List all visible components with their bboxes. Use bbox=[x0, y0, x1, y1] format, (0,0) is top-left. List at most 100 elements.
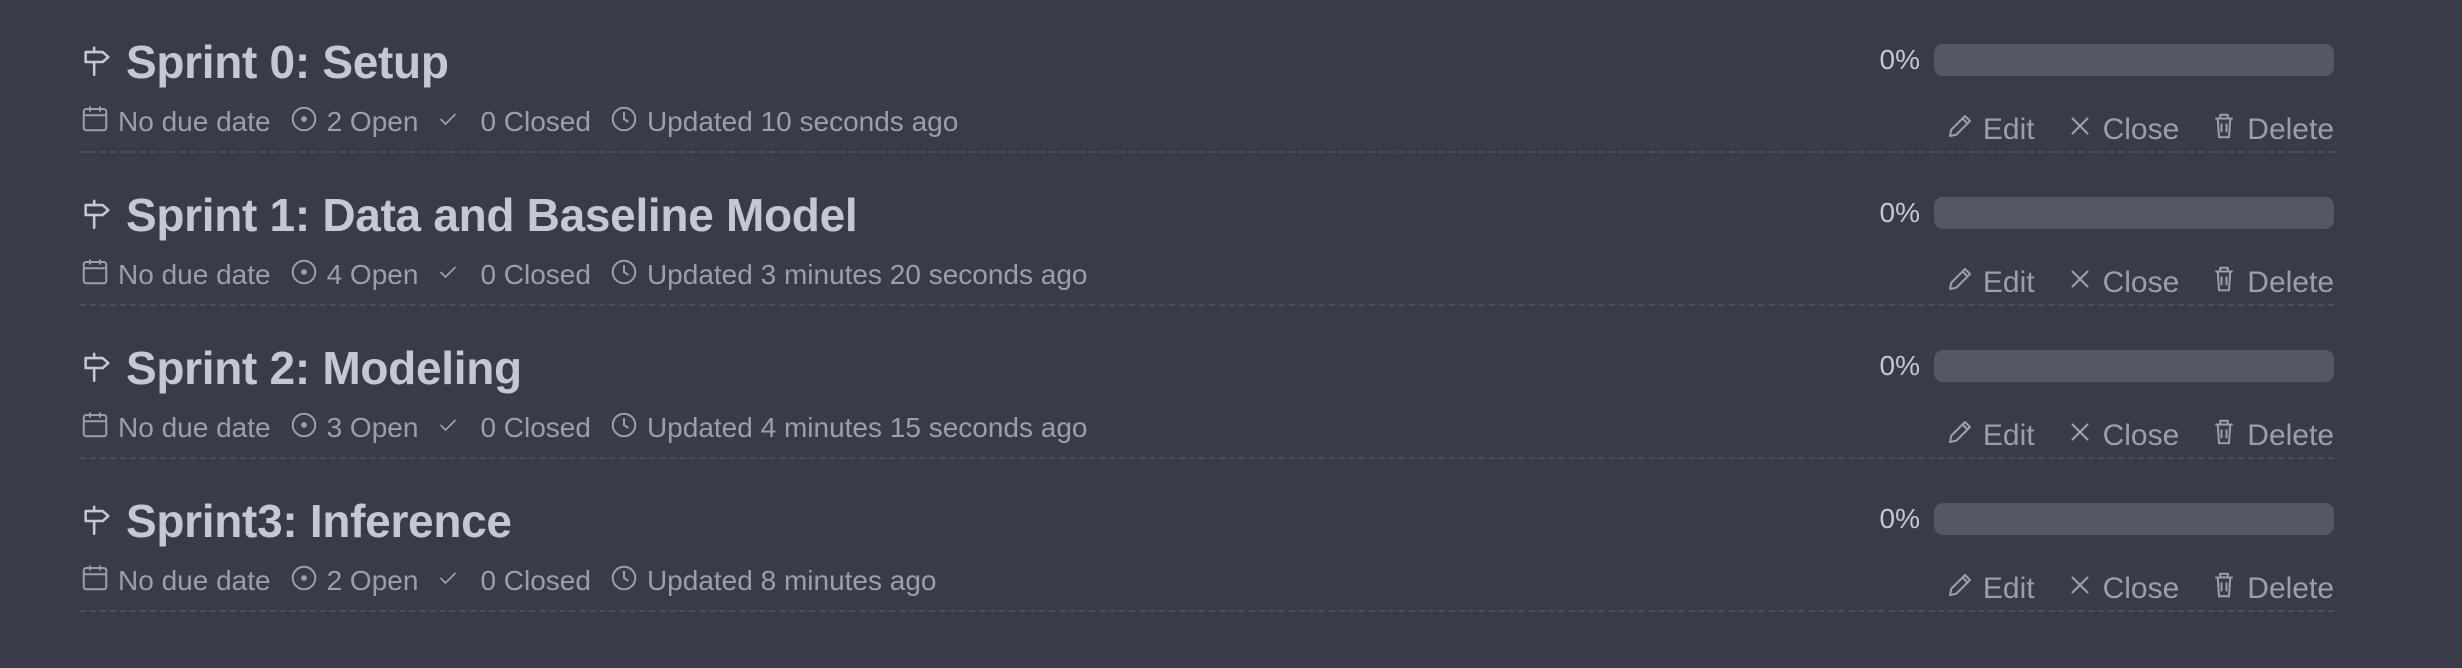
delete-button[interactable]: Delete bbox=[2209, 111, 2334, 149]
delete-label: Delete bbox=[2247, 419, 2334, 452]
delete-button[interactable]: Delete bbox=[2209, 264, 2334, 302]
milestone-item: Sprint 2: Modeling No due date 3 Open 0 … bbox=[80, 306, 2334, 459]
delete-button[interactable]: Delete bbox=[2209, 570, 2334, 608]
edit-button[interactable]: Edit bbox=[1945, 417, 2035, 455]
milestone-actions: Edit Close Delete bbox=[1915, 416, 2334, 456]
milestone-title[interactable]: Sprint3: Inference bbox=[126, 494, 512, 548]
milestone-signpost-icon bbox=[80, 504, 114, 538]
closed-issues-text: 0 Closed bbox=[480, 106, 591, 137]
open-issues[interactable]: 3 Open bbox=[289, 410, 419, 447]
progress-bar bbox=[1934, 197, 2334, 229]
clock-icon bbox=[609, 410, 647, 447]
open-issues-text: 2 Open bbox=[326, 565, 419, 596]
edit-button[interactable]: Edit bbox=[1945, 264, 2035, 302]
delete-button[interactable]: Delete bbox=[2209, 417, 2334, 455]
close-button[interactable]: Close bbox=[2065, 111, 2179, 149]
close-label: Close bbox=[2102, 419, 2180, 452]
pencil-icon bbox=[1945, 417, 1983, 455]
milestone-actions: Edit Close Delete bbox=[1915, 110, 2334, 150]
updated-time-text: Updated 3 minutes 20 seconds ago bbox=[646, 259, 1088, 290]
due-date-text: No due date bbox=[118, 259, 271, 290]
closed-issues[interactable]: 0 Closed bbox=[436, 259, 591, 291]
milestone-title-row: Sprint 2: Modeling bbox=[80, 340, 522, 396]
edit-button[interactable]: Edit bbox=[1945, 111, 2035, 149]
updated-time-text: Updated 10 seconds ago bbox=[646, 106, 959, 137]
check-icon bbox=[436, 106, 480, 138]
clock-icon bbox=[609, 257, 647, 294]
delete-label: Delete bbox=[2247, 113, 2334, 146]
closed-issues[interactable]: 0 Closed bbox=[436, 412, 591, 444]
open-issues-text: 3 Open bbox=[326, 412, 419, 443]
trash-icon bbox=[2209, 417, 2247, 455]
issue-open-icon bbox=[289, 257, 327, 294]
check-icon bbox=[436, 412, 480, 444]
edit-button[interactable]: Edit bbox=[1945, 570, 2035, 608]
milestone-item: Sprint 1: Data and Baseline Model No due… bbox=[80, 153, 2334, 306]
updated-time-text: Updated 8 minutes ago bbox=[646, 565, 937, 596]
milestone-signpost-icon bbox=[80, 351, 114, 385]
calendar-icon bbox=[80, 410, 118, 447]
edit-label: Edit bbox=[1982, 113, 2035, 146]
progress-percent: 0% bbox=[1879, 197, 1920, 228]
delete-label: Delete bbox=[2247, 266, 2334, 299]
issue-open-icon bbox=[289, 410, 327, 447]
close-button[interactable]: Close bbox=[2065, 570, 2180, 608]
close-button[interactable]: Close bbox=[2065, 264, 2180, 302]
due-date: No due date bbox=[80, 257, 271, 294]
open-issues-text: 2 Open bbox=[326, 106, 419, 137]
pencil-icon bbox=[1945, 264, 1983, 302]
clock-icon bbox=[609, 104, 647, 141]
milestone-meta: No due date 4 Open 0 Closed Updated 3 mi… bbox=[80, 255, 1105, 295]
closed-issues[interactable]: 0 Closed bbox=[436, 565, 591, 597]
open-issues[interactable]: 2 Open bbox=[289, 563, 419, 600]
delete-label: Delete bbox=[2247, 572, 2334, 605]
closed-issues-text: 0 Closed bbox=[480, 565, 591, 596]
closed-issues-text: 0 Closed bbox=[480, 259, 591, 290]
due-date: No due date bbox=[80, 563, 271, 600]
open-issues[interactable]: 2 Open bbox=[289, 104, 419, 141]
x-icon bbox=[2065, 417, 2103, 455]
milestone-meta: No due date 2 Open 0 Closed Updated 10 s… bbox=[80, 102, 976, 142]
progress-bar bbox=[1934, 350, 2334, 382]
milestone-title[interactable]: Sprint 1: Data and Baseline Model bbox=[126, 188, 858, 242]
issue-open-icon bbox=[289, 104, 327, 141]
closed-issues[interactable]: 0 Closed bbox=[436, 106, 591, 138]
due-date: No due date bbox=[80, 104, 271, 141]
milestone-progress: 0% bbox=[1880, 501, 2334, 537]
trash-icon bbox=[2209, 570, 2247, 608]
edit-label: Edit bbox=[1982, 572, 2035, 605]
milestone-item: Sprint3: Inference No due date 2 Open 0 … bbox=[80, 459, 2334, 612]
close-label: Close bbox=[2102, 266, 2180, 299]
updated-time: Updated 8 minutes ago bbox=[609, 563, 937, 600]
milestone-title-row: Sprint 0: Setup bbox=[80, 34, 449, 90]
edit-label: Edit bbox=[1982, 266, 2035, 299]
milestone-title[interactable]: Sprint 0: Setup bbox=[126, 35, 449, 89]
progress-percent: 0% bbox=[1879, 503, 1920, 534]
close-label: Close bbox=[2102, 572, 2180, 605]
edit-label: Edit bbox=[1982, 419, 2035, 452]
milestone-progress: 0% bbox=[1880, 348, 2334, 384]
milestone-progress: 0% bbox=[1880, 42, 2334, 78]
updated-time-text: Updated 4 minutes 15 seconds ago bbox=[646, 412, 1088, 443]
open-issues[interactable]: 4 Open bbox=[289, 257, 418, 294]
milestone-meta: No due date 3 Open 0 Closed Updated 4 mi… bbox=[80, 408, 1105, 448]
milestone-actions: Edit Close Delete bbox=[1915, 263, 2334, 303]
due-date: No due date bbox=[80, 410, 271, 447]
pencil-icon bbox=[1945, 111, 1983, 149]
milestone-title[interactable]: Sprint 2: Modeling bbox=[126, 341, 522, 395]
milestone-item: Sprint 0: Setup No due date 2 Open 0 Clo… bbox=[80, 0, 2334, 153]
milestone-title-row: Sprint3: Inference bbox=[80, 493, 512, 549]
milestone-progress: 0% bbox=[1880, 195, 2334, 231]
trash-icon bbox=[2209, 111, 2247, 149]
milestone-actions: Edit Close Delete bbox=[1915, 569, 2334, 609]
updated-time: Updated 10 seconds ago bbox=[609, 104, 958, 141]
issue-open-icon bbox=[289, 563, 327, 600]
progress-percent: 0% bbox=[1879, 350, 1920, 381]
x-icon bbox=[2065, 570, 2103, 608]
milestone-meta: No due date 2 Open 0 Closed Updated 8 mi… bbox=[80, 561, 954, 601]
calendar-icon bbox=[80, 104, 118, 141]
closed-issues-text: 0 Closed bbox=[480, 412, 591, 443]
milestone-title-row: Sprint 1: Data and Baseline Model bbox=[80, 187, 858, 243]
x-icon bbox=[2065, 264, 2103, 302]
close-button[interactable]: Close bbox=[2065, 417, 2180, 455]
